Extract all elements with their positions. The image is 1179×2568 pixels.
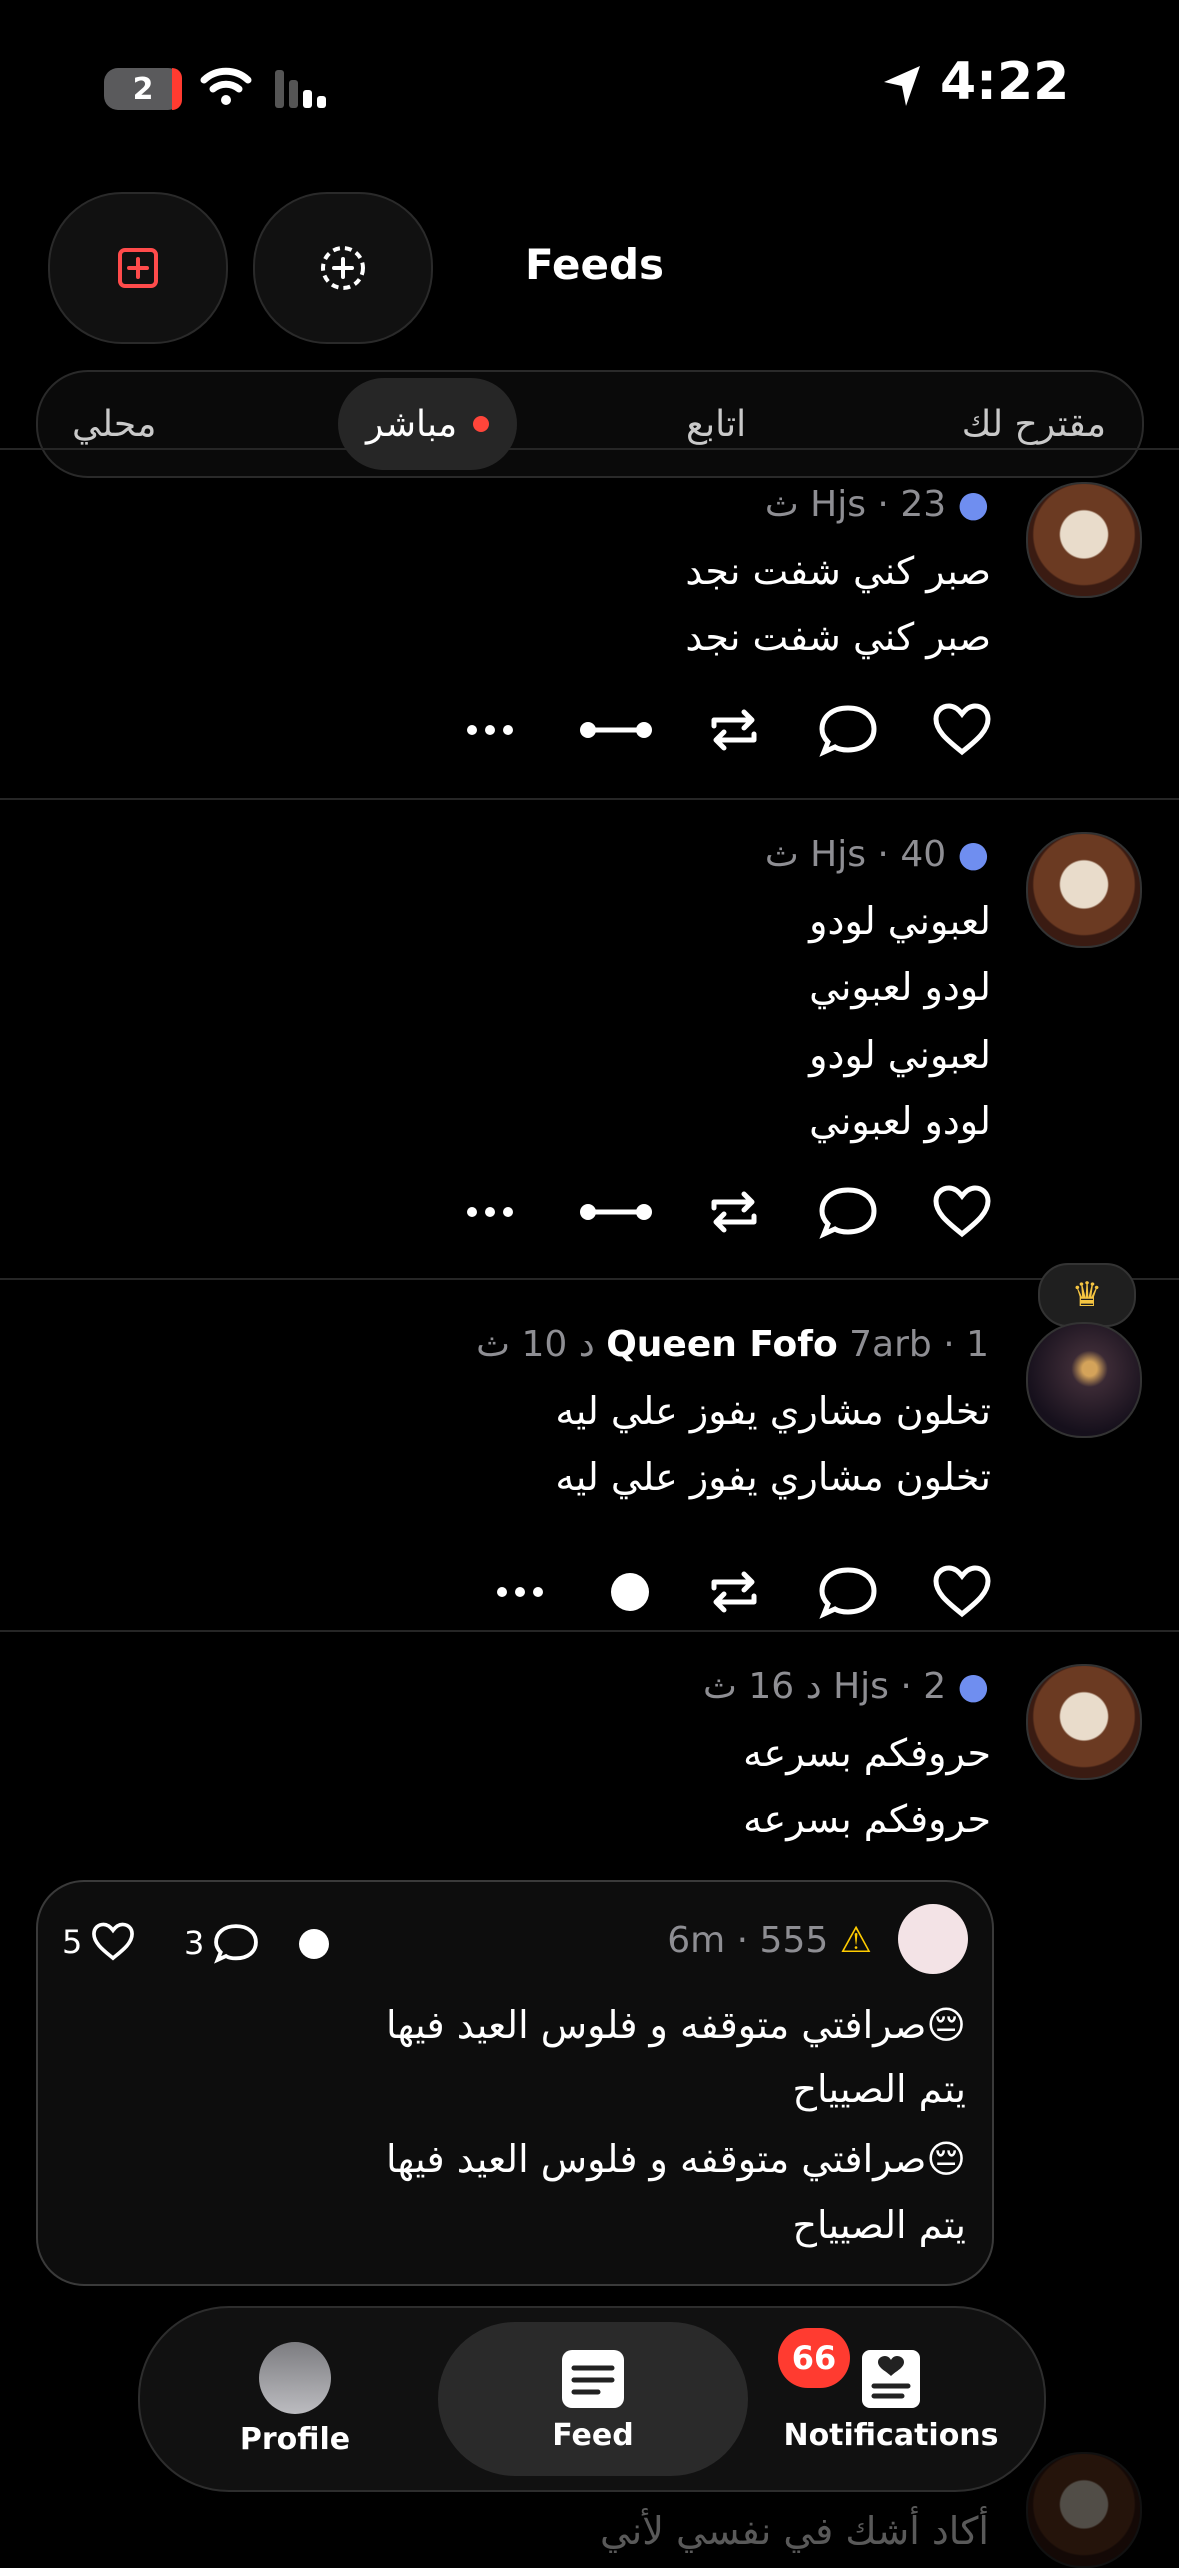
like-icon (92, 1922, 135, 1961)
like-icon[interactable] (930, 1182, 994, 1242)
comment-icon (214, 1924, 259, 1964)
more-icon[interactable] (460, 700, 520, 760)
dot-icon[interactable] (294, 1924, 334, 1964)
sim-badge: 2 (104, 68, 182, 110)
post-2[interactable]: ● Hjs · 40 ث لعبوني لودو لودو لعبوني لعب… (0, 820, 1179, 1276)
quote-meta: ⚠ 555 · 6m (667, 1920, 872, 1961)
post-line: تخلون مشاري يفوز علي ليه (555, 1455, 991, 1499)
post-actions (460, 700, 994, 760)
status-bar: 2 4:22 (0, 0, 1179, 180)
avatar[interactable] (1026, 1322, 1142, 1438)
bottom-nav: Profile Feed Notifications 66 (138, 2306, 1046, 2492)
profile-avatar (259, 2341, 331, 2414)
blueberry-icon: ● (957, 834, 989, 875)
divider (0, 1630, 1179, 1632)
blueberry-icon: ● (957, 484, 989, 525)
quoted-post-card[interactable]: 5 3 ⚠ 555 · 6m 😔صرافتي متوقفه و فلوس الع… (36, 1880, 994, 2286)
quote-likes[interactable]: 5 (62, 1920, 138, 1964)
post-line: أكاد أشك في نفسي لأني (599, 2509, 989, 2553)
cellular-signal-icon (275, 70, 326, 108)
new-post-button[interactable] (48, 192, 228, 344)
boost-icon[interactable] (578, 700, 654, 760)
dot-icon[interactable] (608, 1562, 668, 1622)
plus-square-icon (118, 248, 158, 288)
post-3[interactable]: ♛ Queen Fofo 7arb · 1 د 10 ث تخلون مشاري… (0, 1260, 1179, 1630)
add-feed-button[interactable] (253, 192, 433, 344)
post-line: حروفكم بسرعه (743, 1731, 991, 1775)
post-line: حروفكم بسرعه (743, 1797, 991, 1841)
boost-icon[interactable] (578, 1182, 654, 1242)
post-line: لودو لعبوني (809, 965, 991, 1009)
post-line: لعبوني لودو (809, 899, 991, 943)
quote-line: 😔صرافتي متوقفه و فلوس العيد فيها (385, 2003, 966, 2047)
comment-icon[interactable] (816, 700, 880, 760)
quote-line: يتم الصيياح (792, 2067, 966, 2111)
quote-comments[interactable]: 3 (184, 1920, 262, 1966)
more-icon[interactable] (460, 1182, 520, 1242)
crown-icon: ♛ (1038, 1263, 1136, 1327)
repost-icon[interactable] (704, 1182, 764, 1242)
repost-icon[interactable] (704, 1562, 764, 1622)
tab-live[interactable]: مباشر (338, 378, 518, 470)
tab-following[interactable]: اتابع (686, 372, 746, 476)
tab-local[interactable]: محلي (72, 372, 156, 476)
post-line: صبر كني شفت نجد (685, 615, 991, 659)
warning-icon: ⚠ (839, 1920, 872, 1961)
wifi-icon (200, 67, 252, 105)
comment-icon[interactable] (816, 1182, 880, 1242)
live-dot-icon (473, 416, 490, 432)
more-icon[interactable] (490, 1562, 550, 1622)
feed-icon (562, 2349, 624, 2408)
divider (0, 448, 1179, 450)
post-line: لعبوني لودو (809, 1033, 991, 1077)
post-1[interactable]: ● Hjs · 23 ث صبر كني شفت نجد صبر كني شفت… (0, 470, 1179, 796)
tab-suggested[interactable]: مقترح لك (962, 372, 1106, 476)
quote-line: يتم الصيياح (792, 2203, 966, 2247)
post-actions (490, 1562, 994, 1622)
avatar[interactable] (1026, 832, 1142, 948)
post-meta: ● Hjs · 40 ث (764, 834, 989, 875)
notifications-icon (862, 2349, 920, 2408)
post-meta: ● Hjs · 23 ث (764, 484, 989, 525)
avatar[interactable] (1026, 2452, 1142, 2568)
post-meta: ● Hjs · 2 د 16 ث (702, 1666, 989, 1707)
post-actions (460, 1182, 994, 1242)
nav-profile[interactable]: Profile (200, 2308, 390, 2490)
divider (0, 798, 1179, 800)
author-name[interactable]: Queen Fofo (606, 1324, 838, 1365)
feed-tabs: مقترح لك اتابع مباشر محلي (36, 370, 1144, 478)
like-icon[interactable] (930, 700, 994, 760)
post-meta: Queen Fofo 7arb · 1 د 10 ث (476, 1324, 989, 1365)
blueberry-icon: ● (957, 1666, 989, 1707)
tab-live-label: مباشر (366, 403, 458, 445)
post-4[interactable]: ● Hjs · 2 د 16 ث حروفكم بسرعه حروفكم بسر… (0, 1652, 1179, 1872)
location-arrow-icon (884, 66, 920, 106)
notification-count-badge: 66 (778, 2328, 850, 2388)
like-icon[interactable] (930, 1562, 994, 1622)
page-title: Feeds (525, 240, 665, 289)
quote-avatar[interactable] (898, 1904, 968, 1974)
nav-notifications-label: Notifications (783, 2417, 999, 2453)
avatar[interactable] (1026, 482, 1142, 598)
post-line: لودو لعبوني (809, 1099, 991, 1143)
nav-feed-label: Feed (552, 2417, 634, 2453)
post-line: صبر كني شفت نجد (685, 549, 991, 593)
nav-feed[interactable]: Feed (498, 2308, 688, 2490)
post-line: تخلون مشاري يفوز علي ليه (555, 1389, 991, 1433)
nav-profile-label: Profile (239, 2421, 351, 2457)
status-time: 4:22 (940, 52, 1070, 112)
repost-icon[interactable] (704, 700, 764, 760)
add-circle-icon (321, 246, 365, 290)
comment-icon[interactable] (816, 1562, 880, 1622)
quote-line: 😔صرافتي متوقفه و فلوس العيد فيها (385, 2137, 966, 2181)
avatar[interactable] (1026, 1664, 1142, 1780)
